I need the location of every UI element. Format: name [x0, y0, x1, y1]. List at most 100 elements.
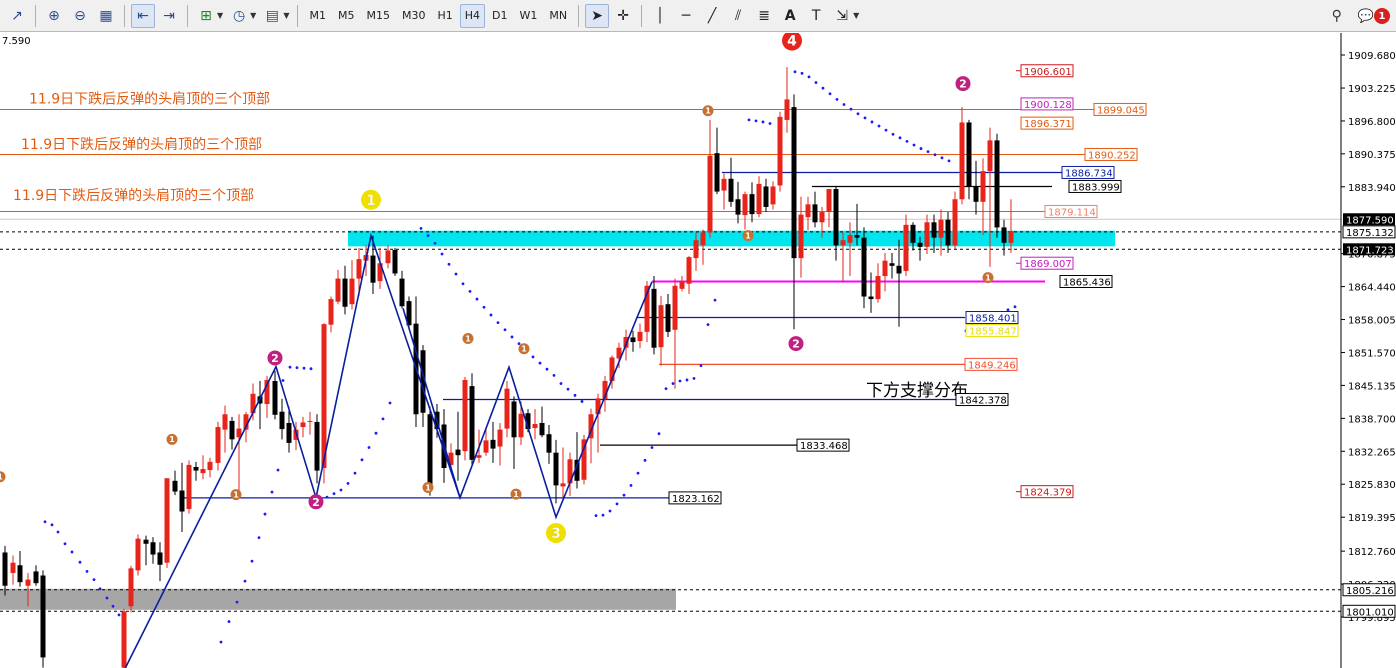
wave-marker-number: 3	[551, 526, 561, 542]
wave-marker-1: 1	[361, 189, 381, 210]
sar-dot	[227, 620, 231, 623]
candle-body	[193, 466, 199, 471]
timeframe-h1-button[interactable]: H1	[432, 4, 457, 28]
chevron-down-icon[interactable]: ▼	[217, 11, 223, 20]
candle-body	[707, 155, 713, 233]
sar-dot	[898, 136, 902, 140]
sar-dot	[615, 502, 619, 506]
equidistant-channel-icon[interactable]: ⫽	[726, 4, 750, 28]
candle-body	[427, 414, 433, 489]
bull-candle	[805, 196, 811, 230]
bear-candle	[665, 293, 671, 337]
indicators-icon[interactable]: ⊞	[194, 4, 218, 28]
auto-scroll-icon[interactable]: ⇤	[131, 3, 155, 28]
level-label-text: 1858.401	[969, 314, 1017, 325]
timeframe-m30-button[interactable]: M30	[397, 4, 431, 28]
arrows-icon[interactable]: ⇲	[830, 4, 854, 28]
sar-dot	[111, 604, 115, 608]
timeframe-w1-button[interactable]: W1	[515, 4, 543, 28]
level-label-text: 1833.468	[800, 441, 848, 452]
timeframe-m15-button[interactable]: M15	[361, 4, 395, 28]
chevron-down-icon[interactable]: ▼	[283, 11, 289, 20]
bull-candle	[777, 111, 783, 192]
axis-highlight-text: 1875.132	[1346, 228, 1394, 239]
timeframe-mn-button[interactable]: MN	[544, 4, 572, 28]
notifications-button[interactable]: 💬 1	[1358, 8, 1390, 24]
timeframe-d1-button[interactable]: D1	[487, 4, 512, 28]
candle-body	[335, 278, 341, 302]
bull-candle	[300, 416, 306, 438]
timeframe-m5-button[interactable]: M5	[333, 4, 360, 28]
vertical-line-icon[interactable]: │	[648, 4, 672, 28]
support-distribution-label: 下方支撑分布	[866, 381, 968, 401]
text-tool-icon[interactable]: A	[778, 4, 802, 28]
level-label-text: 1823.162	[672, 494, 720, 505]
sar-dot	[594, 514, 598, 518]
trendline-icon[interactable]: ╱	[700, 4, 724, 28]
sar-dot	[552, 373, 556, 377]
wave-marker-number: 1	[233, 491, 239, 500]
horizontal-line-icon[interactable]: ─	[674, 4, 698, 28]
candle-body	[651, 288, 657, 348]
chart-canvas[interactable]: 11.9日下跌后反弹的头肩顶的三个顶部11.9日下跌后反弹的头肩顶的三个顶部11…	[0, 33, 1396, 668]
sar-dot	[807, 75, 811, 79]
candle-body	[952, 199, 958, 246]
text-label-icon[interactable]: T	[804, 4, 828, 28]
bear-candle	[728, 157, 734, 207]
zoom-in-icon[interactable]: ⊕	[42, 4, 66, 28]
candle-body	[791, 107, 797, 259]
sar-dot	[63, 542, 67, 546]
sar-dot	[601, 513, 605, 517]
bear-candle	[763, 178, 769, 213]
bull-candle	[700, 229, 706, 265]
axis-highlight-text: 1877.590	[1346, 215, 1394, 226]
price-chart[interactable]: 11.9日下跌后反弹的头肩顶的三个顶部 11.9日下跌后反弹的头肩顶的三个顶部 11…	[0, 33, 1396, 668]
candle-body	[314, 421, 320, 471]
chevron-down-icon[interactable]: ▼	[250, 11, 256, 20]
fibonacci-icon[interactable]: ≣	[752, 4, 776, 28]
sar-dot	[78, 560, 82, 564]
sar-dot	[699, 364, 703, 368]
periodicity-clock-icon[interactable]: ◷	[227, 4, 251, 28]
bear-candle	[143, 535, 149, 566]
candle-body	[385, 250, 391, 264]
timeframe-h4-button[interactable]: H4	[459, 3, 486, 28]
bear-candle	[553, 439, 559, 504]
candle-body	[896, 265, 902, 274]
bear-candle	[229, 416, 235, 450]
axis-highlight-label: 1871.723	[1343, 243, 1395, 256]
crosshair-icon[interactable]: ✛	[611, 4, 635, 28]
chat-icon: 💬	[1357, 8, 1374, 24]
bull-candle	[236, 414, 242, 494]
sar-dot	[856, 112, 860, 116]
bull-candle	[335, 269, 341, 305]
wave-marker-2: 2	[955, 76, 971, 92]
chevron-down-icon[interactable]: ▼	[853, 11, 859, 20]
bull-candle	[567, 452, 573, 497]
sar-dot	[517, 342, 521, 346]
sar-dot	[433, 241, 437, 245]
wave-marker-1: 1	[510, 488, 522, 500]
bull-candle	[658, 296, 664, 366]
crosshair-tool-icon[interactable]: ↗	[5, 4, 29, 28]
candle-body	[200, 469, 206, 474]
search-icon[interactable]: ⚲	[1325, 4, 1349, 28]
chart-shift-icon[interactable]: ⇥	[157, 4, 181, 28]
bear-candle	[735, 181, 741, 224]
notification-badge: 1	[1374, 8, 1390, 24]
bull-candle	[742, 191, 748, 230]
candle-body	[342, 278, 348, 307]
tile-windows-icon[interactable]: ▦	[94, 4, 118, 28]
level-label-text: 1890.252	[1088, 150, 1136, 161]
sar-dot	[842, 103, 846, 106]
candle-body	[17, 565, 23, 583]
toolbar-separator	[578, 4, 580, 27]
cursor-icon[interactable]: ➤	[585, 3, 610, 28]
zoom-out-icon[interactable]: ⊖	[68, 4, 92, 28]
sar-dot	[250, 559, 254, 563]
level-label-text: 1899.045	[1097, 105, 1145, 116]
sar-dot	[706, 323, 710, 327]
templates-icon[interactable]: ▤	[260, 4, 284, 28]
wave-marker-number: 1	[745, 231, 751, 240]
timeframe-m1-button[interactable]: M1	[304, 4, 331, 28]
